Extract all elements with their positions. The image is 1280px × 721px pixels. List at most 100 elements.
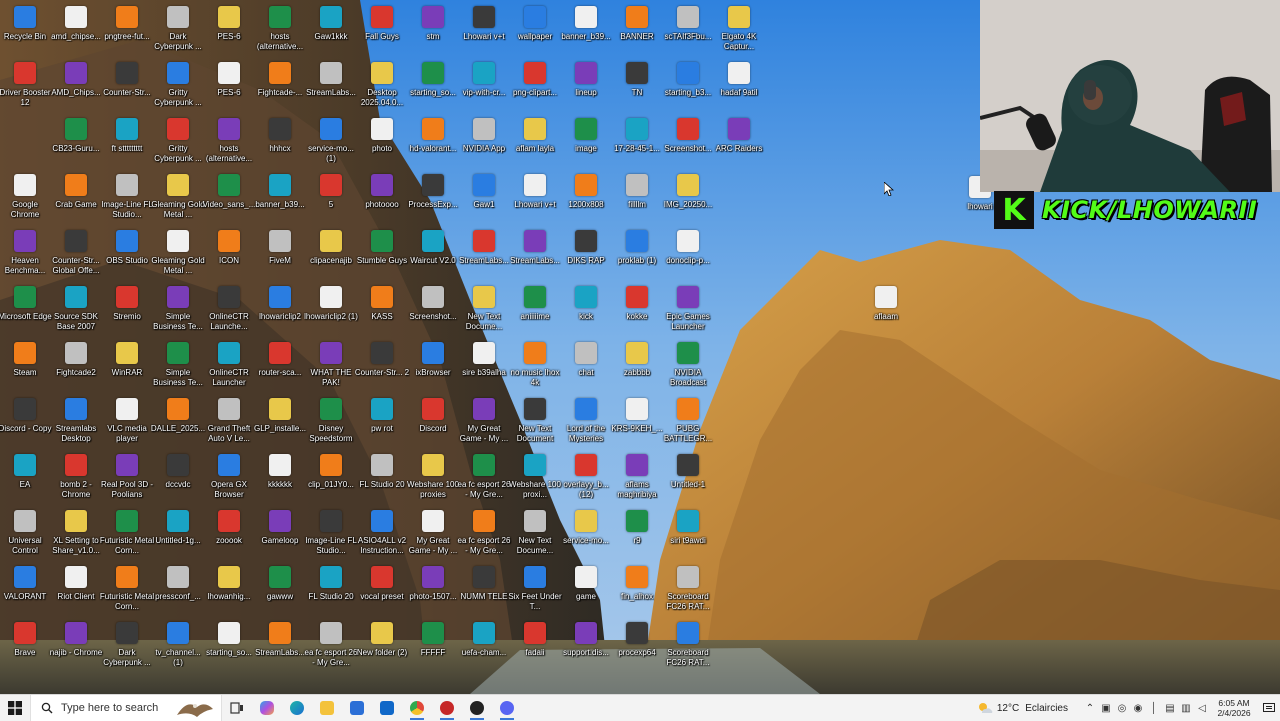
desktop-icon[interactable]: starting_so... [204,616,254,658]
desktop-icon[interactable]: hadaf 9atil [714,56,764,98]
desktop-icon[interactable]: VLC media player [102,392,152,443]
desktop-icon[interactable]: router-sca... [255,336,305,378]
taskbar-discord[interactable] [492,695,522,721]
desktop-icon[interactable]: Opera GX Browser [204,448,254,499]
desktop-icon[interactable]: sire b39alha [459,336,509,378]
desktop-icon[interactable]: Screenshot... [408,280,458,322]
desktop-icon[interactable]: New folder (2) [357,616,407,658]
desktop-icon[interactable]: Streamlabs Desktop [51,392,101,443]
desktop-icon[interactable]: lhowariclip2 (1) [304,280,358,322]
desktop-icon[interactable]: Stremio [102,280,152,322]
desktop-icon[interactable]: WinRAR [102,336,152,378]
desktop-icon[interactable]: starting_b3... [663,56,713,98]
desktop-icon[interactable]: StreamLabs... [306,56,356,98]
desktop-icon[interactable]: Futuristic Metal Corn... [100,504,154,555]
desktop-icon[interactable]: My Great Game - My ... [459,392,509,443]
desktop-icon[interactable]: Simple Business Te... [153,336,203,387]
taskbar-chrome[interactable] [402,695,432,721]
desktop-icon[interactable]: ft sttttttttt [102,112,152,154]
desktop-icon[interactable]: StreamLabs... [459,224,509,266]
desktop-icon[interactable]: aflam layla [510,112,560,154]
desktop-icon[interactable]: kkkkkk [255,448,305,490]
desktop-icon[interactable]: Discord - Copy [0,392,51,434]
desktop-icon[interactable]: pw rot [357,392,407,434]
taskbar-file-explorer[interactable] [312,695,342,721]
desktop-icon[interactable]: CB23-Guru... [51,112,101,154]
desktop-icon[interactable]: overlayy_b... (12) [561,448,611,499]
desktop-icon[interactable]: Riot Client [51,560,101,602]
desktop-icon[interactable]: banner_b39... [561,0,611,42]
desktop-icon[interactable]: New Text Document [510,392,560,443]
desktop-icon[interactable]: NVIDIA App [459,112,509,154]
desktop-icon[interactable]: PES-6 [204,56,254,98]
desktop-icon[interactable]: image [561,112,611,154]
desktop-icon[interactable]: New Text Docume... [459,280,509,331]
tray-app-4[interactable]: ▤ [1162,695,1178,721]
desktop-icon[interactable]: najib - Chrome [50,616,102,658]
desktop-icon[interactable]: BANNER [612,0,662,42]
desktop-icon[interactable]: vip-with-cr... [459,56,509,98]
desktop-icon[interactable]: donoclip-p... [663,224,713,266]
desktop-icon[interactable]: photo-1507... [408,560,458,602]
taskbar-app-red[interactable] [432,695,462,721]
desktop-icon[interactable]: 17-28-45-1... [612,112,662,154]
tray-app-3[interactable]: ◉ [1130,695,1146,721]
desktop-icon[interactable]: My Great Game - My ... [408,504,458,555]
desktop-icon[interactable]: wallpaper [510,0,560,42]
desktop-icon[interactable]: Simple Business Te... [153,280,203,331]
desktop-icon[interactable]: OnlineCTR Launcher [204,336,254,387]
desktop-icon[interactable]: Fightcade2 [51,336,101,378]
taskbar-search-box[interactable]: Type here to search [30,695,222,721]
desktop-icon[interactable]: ASIO4ALL v2 Instruction... [357,504,407,555]
desktop-icon[interactable]: Disney Speedstorm [306,392,356,443]
desktop-icon[interactable]: AMD_Chips... [51,56,101,98]
desktop-icon[interactable]: Scoreboard FC26 RAT... [663,560,713,611]
taskbar-edge[interactable] [282,695,312,721]
desktop-icon[interactable]: Microsoft Edge [0,280,52,322]
desktop-icon[interactable]: dccvdc [153,448,203,490]
desktop-icon[interactable]: TN [612,56,662,98]
desktop-icon[interactable]: ea fc esport 26 - My Gre... [458,504,510,555]
desktop-icon[interactable]: Source SDK Base 2007 [51,280,101,331]
desktop-icon[interactable]: starting_so... [408,56,458,98]
desktop-icon[interactable]: Lord of the Mysteries [561,392,611,443]
task-view-button[interactable] [222,695,252,721]
desktop-icon[interactable]: OnlineCTR Launche... [204,280,254,331]
desktop-icon[interactable]: Futuristic Metal Corn... [100,560,154,611]
desktop-icon[interactable]: EA [0,448,50,490]
desktop-icon[interactable]: Untitled-1g... [153,504,203,546]
desktop-icon[interactable]: gawww [255,560,305,602]
tray-app-2[interactable]: ◎ [1114,695,1130,721]
desktop-icon[interactable]: Heaven Benchma... [0,224,50,275]
desktop-icon[interactable]: Webshare 100 proxi... [509,448,561,499]
desktop-icon[interactable]: Video_sans_... [203,168,255,210]
desktop-icon[interactable]: scTAIf3Fbu... [663,0,713,42]
show-hidden-icons-button[interactable]: ⌃ [1082,695,1098,721]
desktop-icon[interactable]: DALLE_2025... [151,392,205,434]
desktop-icon[interactable]: hhhcx [255,112,305,154]
desktop-icon[interactable]: KASS [357,280,407,322]
desktop-icon[interactable]: PUBG BATTLEGR... [663,392,713,443]
desktop-icon[interactable]: fillllm [612,168,662,210]
desktop-icon[interactable]: FiveM [255,224,305,266]
desktop-icon[interactable]: Discord [408,392,458,434]
desktop-icon[interactable]: pngtree-fut... [102,0,152,42]
taskbar-store[interactable] [342,695,372,721]
desktop-icon[interactable]: Gaw1 [459,168,509,210]
desktop-icon[interactable]: procexp64 [612,616,662,658]
desktop-icon[interactable]: aflams maghribiya [612,448,662,499]
desktop-icon[interactable]: proklab (1) [612,224,662,266]
desktop-icon[interactable]: Gleaming Gold Metal ... [151,224,205,275]
desktop-icon[interactable]: Fall Guys [357,0,407,42]
desktop-icon[interactable]: photoooo [357,168,407,210]
start-button[interactable] [0,695,30,721]
desktop-icon[interactable]: Gleaming Gold Metal ... [151,168,205,219]
desktop-icon[interactable]: Steam [0,336,50,378]
desktop-icon[interactable]: Elgato 4K Captur... [714,0,764,51]
desktop-icon[interactable]: vocal preset [357,560,407,602]
desktop-icon[interactable]: Gritty Cyberpunk ... [153,112,203,163]
desktop-icon[interactable]: Gameloop [255,504,305,546]
desktop-icon[interactable]: Brave [0,616,50,658]
desktop-icon[interactable]: ixBrowser [408,336,458,378]
notification-center-button[interactable] [1258,695,1280,721]
